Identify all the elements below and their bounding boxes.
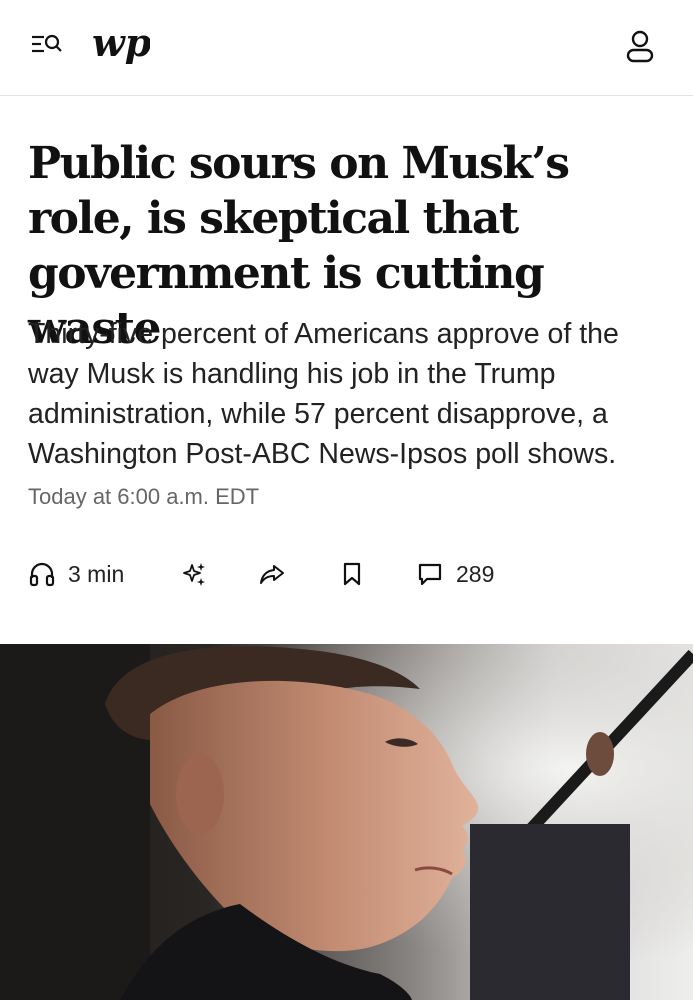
article-action-bar: 3 min 289 (0, 552, 693, 596)
article-subheadline: Thirty-five percent of Americans approve… (28, 318, 619, 470)
hero-image[interactable] (0, 644, 693, 1000)
top-nav-bar: wp (0, 0, 693, 96)
menu-search-icon[interactable] (30, 28, 64, 62)
bookmark-button[interactable] (338, 556, 366, 592)
headphones-icon (29, 562, 55, 587)
bookmark-icon (343, 562, 361, 586)
comment-count: 289 (456, 560, 495, 587)
logo-text: wp (92, 20, 150, 65)
wp-logo[interactable]: wp (90, 18, 150, 70)
listen-button[interactable]: 3 min (28, 556, 124, 592)
share-button[interactable] (258, 556, 286, 592)
hero-photo-illustration (0, 644, 693, 1000)
share-arrow-icon (260, 565, 284, 584)
comment-icon (418, 563, 442, 586)
profile-icon[interactable] (622, 28, 658, 64)
gift-sparkle-icon (183, 563, 205, 586)
gift-article-button[interactable] (180, 556, 208, 592)
comments-button[interactable]: 289 (416, 556, 494, 592)
listen-duration-label: 3 min (68, 560, 125, 587)
article-timestamp: Today at 6:00 a.m. EDT (28, 484, 260, 509)
